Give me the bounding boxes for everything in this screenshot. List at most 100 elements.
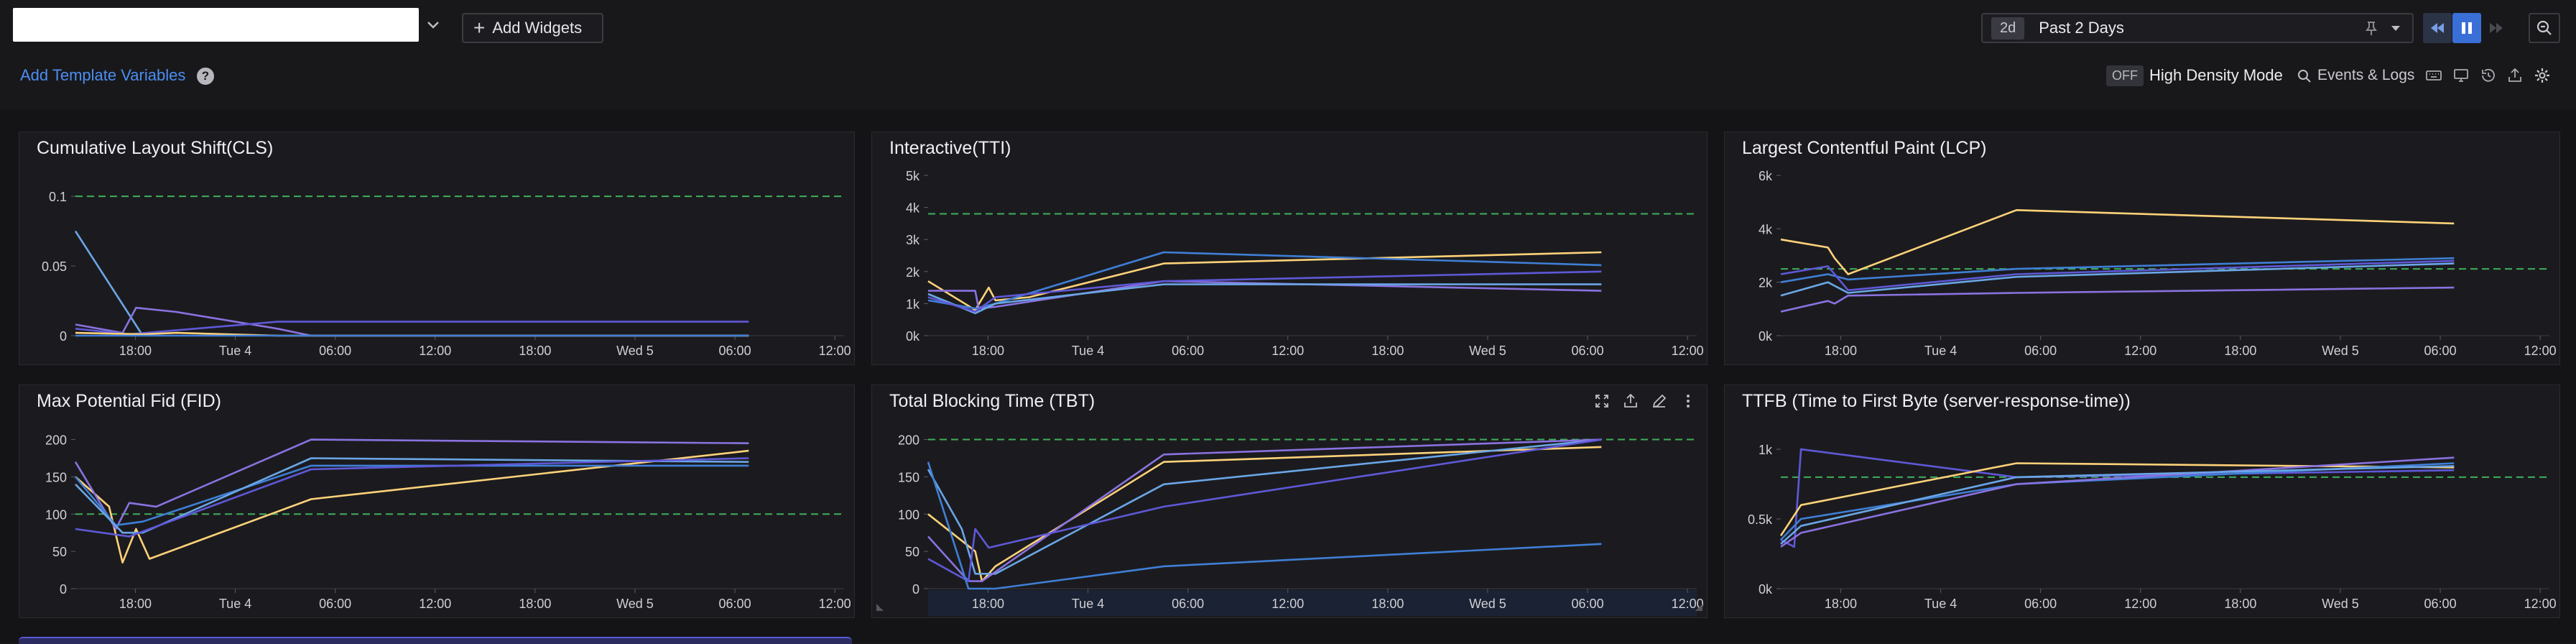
widget-lcp[interactable]: 6k 4k 2k 0k 18:00 Tue 4 06:00 12:00 18:00 Wed 5 06… xyxy=(1724,132,2560,365)
export-icon[interactable] xyxy=(2506,67,2524,84)
more-vertical-icon[interactable] xyxy=(1680,392,1697,410)
caret-down-icon[interactable] xyxy=(2385,17,2406,39)
x-tick-label: 12:00 xyxy=(1271,597,1304,611)
y-tick-label: 4k xyxy=(1759,222,1773,236)
x-tick-label: 06:00 xyxy=(1572,597,1604,611)
y-tick-label: 2k xyxy=(906,265,920,280)
x-tick-label: 12:00 xyxy=(1672,344,1704,358)
y-tick-label: 0 xyxy=(60,582,67,597)
series-line xyxy=(75,457,749,534)
series-line xyxy=(75,464,749,527)
series-line xyxy=(927,438,1602,582)
x-tick-label: Tue 4 xyxy=(219,597,251,611)
resize-handle-icon[interactable] xyxy=(875,602,885,612)
y-tick-label: 0.5k xyxy=(1748,512,1773,527)
add-widgets-label: Add Widgets xyxy=(492,19,583,37)
widget-tti[interactable]: 5k 4k 3k 2k 1k 0k 18:00 Tue 4 06:00 12:00 18:00 Wed… xyxy=(871,132,1708,365)
widget-title: Interactive(TTI) xyxy=(889,138,1011,158)
widget-tbt[interactable]: 200 150 100 50 0 18:00 Tue 4 06:00 12:00 18:00 Wed… xyxy=(871,385,1708,618)
x-tick-label: Wed 5 xyxy=(2322,597,2359,611)
gear-icon[interactable] xyxy=(2534,67,2551,84)
widget-title: TTFB (Time to First Byte (server-respons… xyxy=(1742,391,2131,411)
x-tick-label: 12:00 xyxy=(419,597,451,611)
series-line xyxy=(927,438,1602,575)
widget-cls[interactable]: 0.1 0.05 0 18:00 Tue 4 06:00 12:00 18:00 Wed 5 06… xyxy=(19,132,855,365)
y-tick-label: 6k xyxy=(1759,169,1773,183)
x-tick-label: 12:00 xyxy=(1271,344,1304,358)
high-density-toggle[interactable]: OFF xyxy=(2106,65,2144,86)
x-tick-label: 06:00 xyxy=(719,344,751,358)
y-tick-label: 0.05 xyxy=(42,259,67,274)
history-icon[interactable] xyxy=(2480,67,2497,84)
pause-button[interactable] xyxy=(2452,13,2481,43)
add-template-variables-link[interactable]: Add Template Variables xyxy=(20,66,185,85)
add-widgets-button[interactable]: + Add Widgets xyxy=(462,13,603,43)
time-range-picker[interactable]: 2d Past 2 Days xyxy=(1981,13,2414,43)
x-tick-label: Tue 4 xyxy=(1072,344,1104,358)
widget-fid[interactable]: 200 150 100 50 0 18:00 Tue 4 06:00 12:00 18:00 Wed… xyxy=(19,385,855,618)
widget-title: Cumulative Layout Shift(CLS) xyxy=(37,138,274,158)
x-tick-label: 06:00 xyxy=(1572,344,1604,358)
x-tick-label: 12:00 xyxy=(2124,344,2156,358)
zoom-out-button[interactable] xyxy=(2529,13,2560,43)
monitor-icon[interactable] xyxy=(2452,67,2470,84)
fullscreen-icon[interactable] xyxy=(1593,392,1611,410)
y-tick-label: 0k xyxy=(1759,582,1773,597)
y-tick-label: 200 xyxy=(898,433,919,448)
resize-handle-icon[interactable] xyxy=(1694,602,1704,612)
share-icon[interactable] xyxy=(1622,392,1639,410)
chart-canvas: 1k 0.5k 0k 18:00 Tue 4 06:00 12:00 18:00 Wed 5 06… xyxy=(1748,443,2557,611)
x-tick-label: Tue 4 xyxy=(1072,597,1104,611)
x-tick-label: 12:00 xyxy=(819,344,851,358)
chevron-down-icon[interactable] xyxy=(424,16,443,34)
edit-icon[interactable] xyxy=(1651,392,1668,410)
x-tick-label: 06:00 xyxy=(2424,344,2457,358)
x-tick-label: 18:00 xyxy=(1371,344,1404,358)
x-tick-label: 12:00 xyxy=(2524,344,2557,358)
dashboard-title-input[interactable] xyxy=(13,8,419,42)
series-line xyxy=(74,230,144,336)
rewind-icon xyxy=(2431,23,2444,33)
rewind-button[interactable] xyxy=(2423,13,2452,43)
series-line xyxy=(1780,259,2455,292)
pin-icon[interactable] xyxy=(2360,17,2382,39)
y-tick-label: 5k xyxy=(906,169,920,183)
y-tick-label: 200 xyxy=(45,433,67,448)
widget-ttfb[interactable]: 1k 0.5k 0k 18:00 Tue 4 06:00 12:00 18:00 Wed 5 06… xyxy=(1724,385,2560,618)
x-tick-label: 12:00 xyxy=(2524,597,2557,611)
x-tick-label: 18:00 xyxy=(1825,597,1857,611)
fast-forward-button[interactable] xyxy=(2482,13,2511,43)
x-tick-label: Tue 4 xyxy=(1924,597,1957,611)
x-tick-label: 06:00 xyxy=(319,344,351,358)
chart-canvas: 0.1 0.05 0 18:00 Tue 4 06:00 12:00 18:00 Wed 5 06… xyxy=(42,190,851,358)
search-icon[interactable] xyxy=(2296,68,2313,85)
x-tick-label: 06:00 xyxy=(1172,344,1204,358)
x-tick-label: 18:00 xyxy=(519,597,551,611)
x-tick-label: 18:00 xyxy=(2224,597,2256,611)
x-tick-label: 18:00 xyxy=(972,344,1004,358)
pause-icon xyxy=(2462,22,2472,34)
x-tick-label: 06:00 xyxy=(2424,597,2457,611)
x-tick-label: 06:00 xyxy=(1172,597,1204,611)
y-tick-label: 150 xyxy=(45,470,67,484)
y-tick-label: 0k xyxy=(906,329,920,344)
x-tick-label: Wed 5 xyxy=(616,344,654,358)
x-tick-label: 12:00 xyxy=(419,344,451,358)
y-tick-label: 100 xyxy=(898,507,919,522)
time-range-label: Past 2 Days xyxy=(2039,19,2124,37)
events-logs-button[interactable]: Events & Logs xyxy=(2317,67,2414,84)
widget-title: Largest Contentful Paint (LCP) xyxy=(1742,138,1987,158)
x-tick-label: 18:00 xyxy=(2224,344,2256,358)
keyboard-icon[interactable] xyxy=(2425,67,2442,84)
time-range-badge: 2d xyxy=(1991,17,2025,40)
y-tick-label: 50 xyxy=(905,545,919,559)
x-tick-label: 06:00 xyxy=(2024,597,2057,611)
plus-icon: + xyxy=(473,17,486,39)
x-tick-label: 06:00 xyxy=(319,597,351,611)
x-tick-label: Wed 5 xyxy=(1469,344,1506,358)
top-toolbar: + Add Widgets 2d Past 2 Days xyxy=(0,0,2576,58)
y-tick-label: 0k xyxy=(1759,329,1773,344)
y-tick-label: 0 xyxy=(60,329,67,344)
help-icon[interactable]: ? xyxy=(197,68,214,85)
y-tick-label: 4k xyxy=(906,201,920,216)
